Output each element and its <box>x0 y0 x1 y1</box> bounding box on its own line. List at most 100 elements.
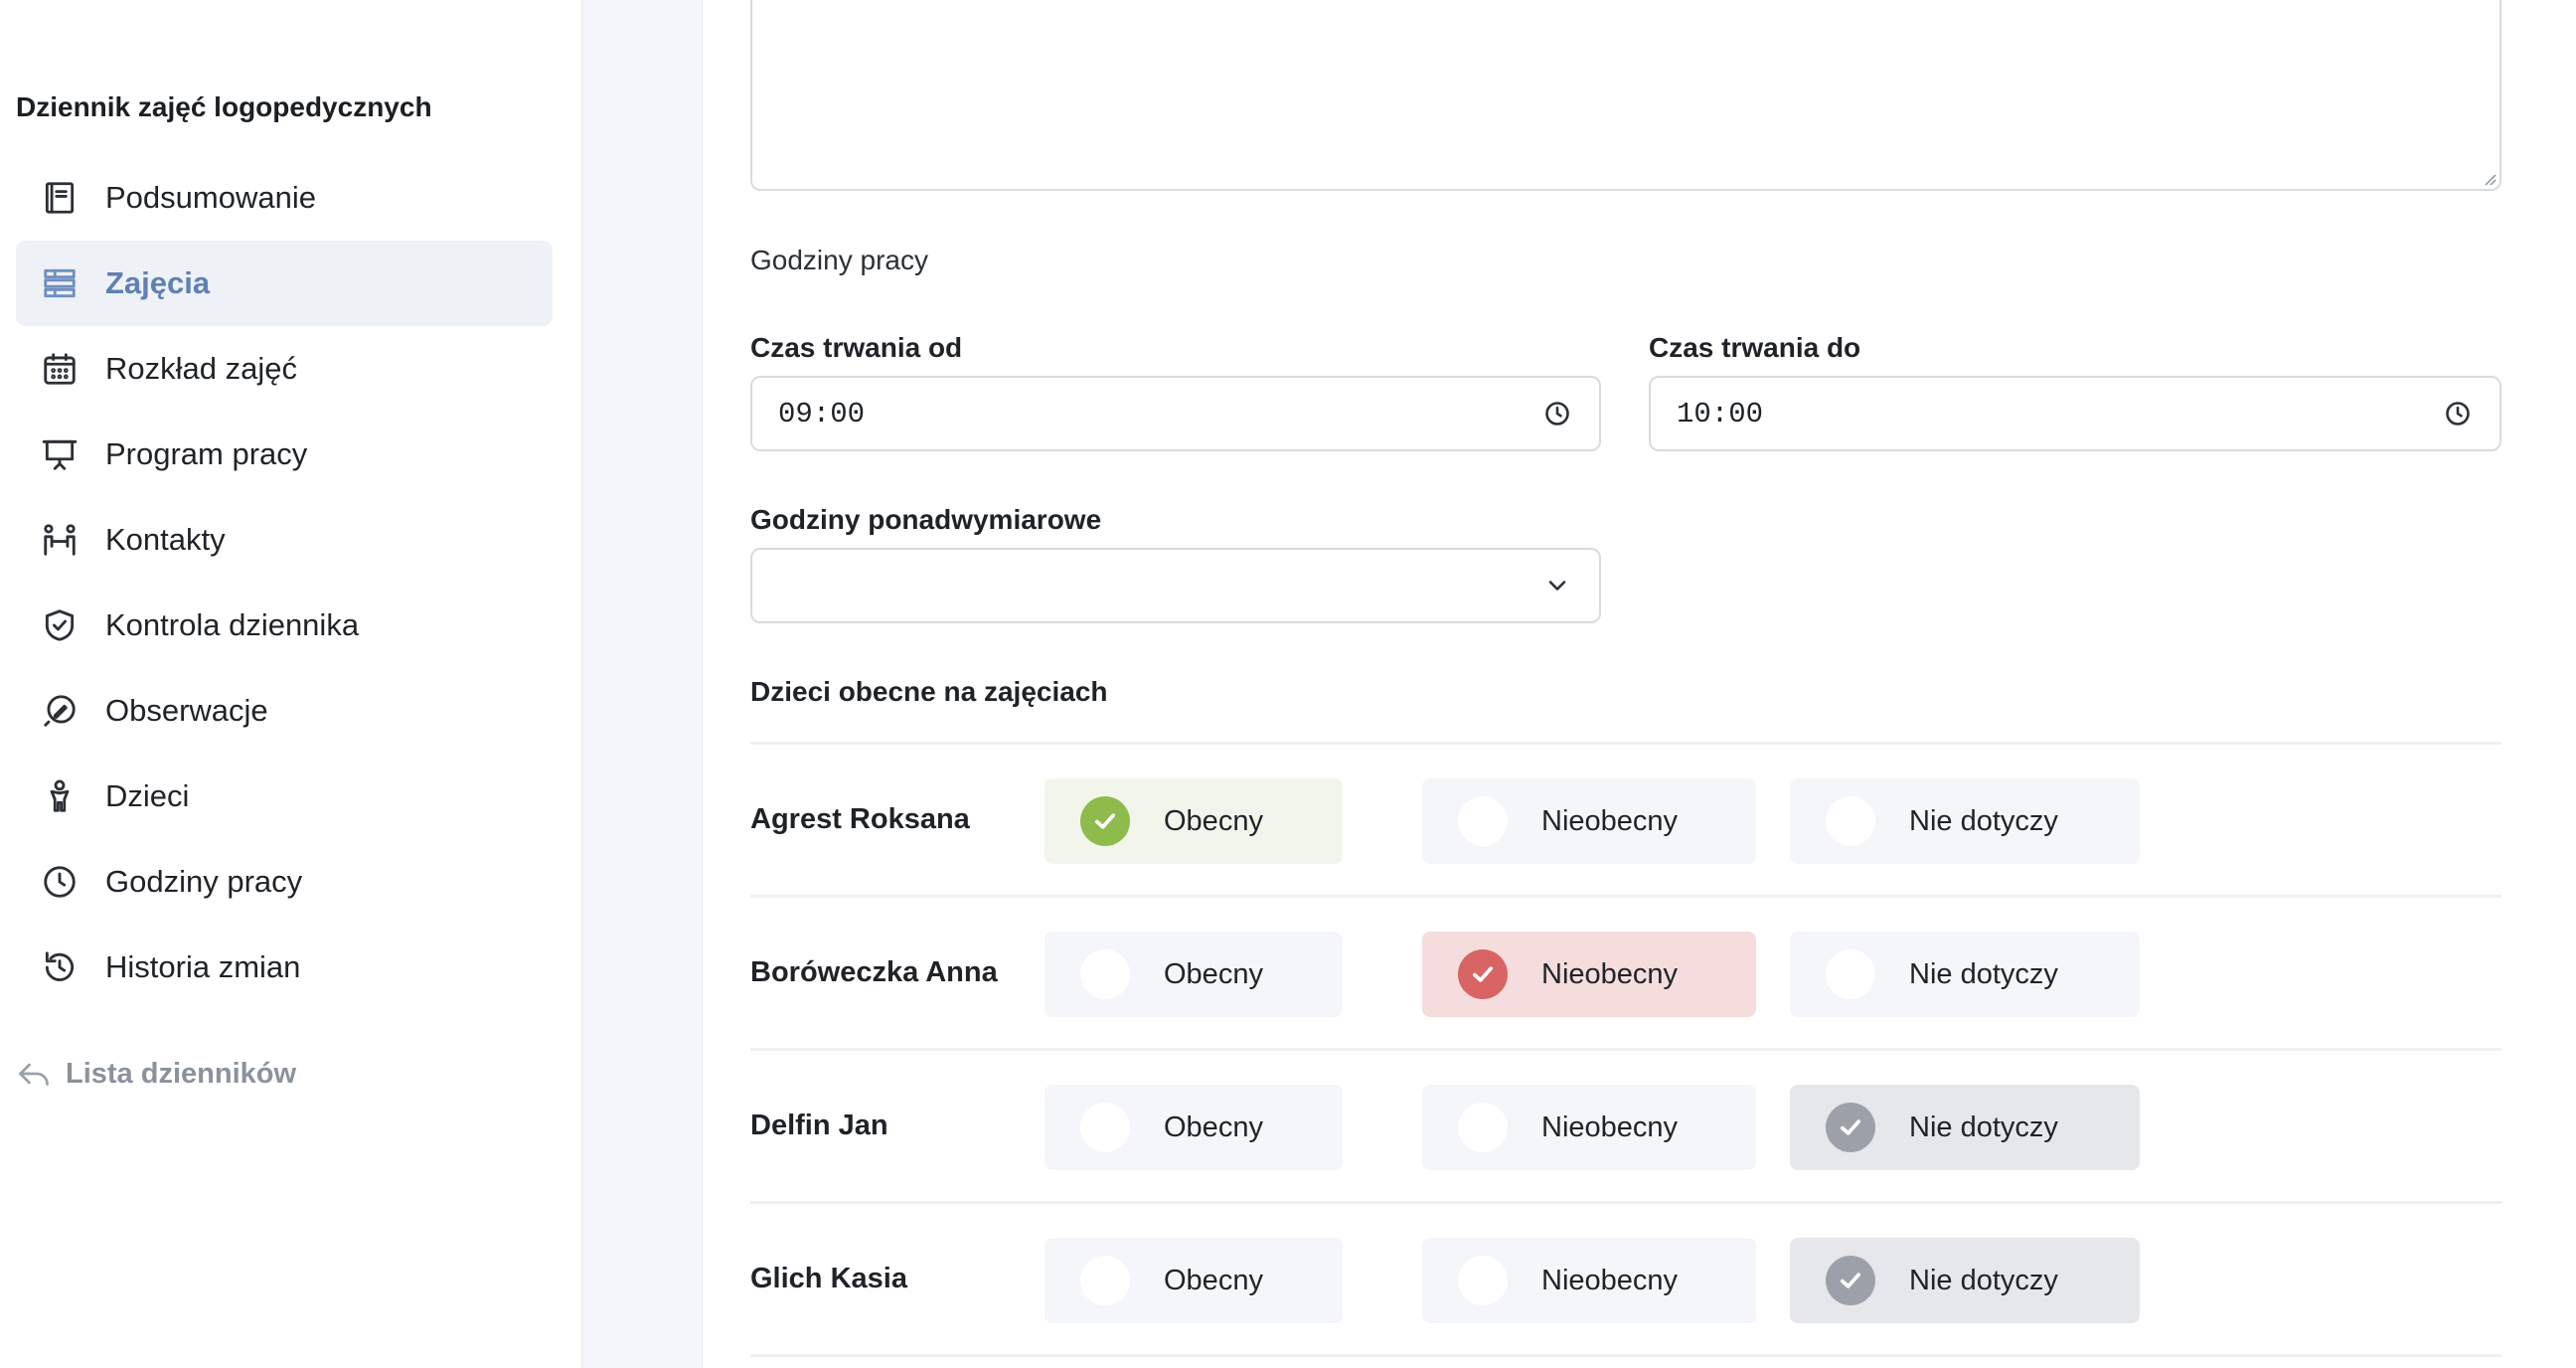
attendance-row: Delfin Jan Obecny Nieobecny Nie dotyczy <box>750 1085 2501 1170</box>
attendance-row: Boróweczka Anna Obecny Nieobecny Nie dot… <box>750 932 2501 1017</box>
option-label: Obecny <box>1164 1111 1263 1143</box>
option-absent[interactable]: Nieobecny <box>1422 1238 1756 1323</box>
divider <box>750 895 2501 898</box>
radio-circle <box>1826 949 1875 999</box>
notes-textarea[interactable] <box>750 0 2501 191</box>
history-icon <box>40 947 80 987</box>
option-label: Nie dotyczy <box>1909 804 2058 837</box>
option-not-applicable[interactable]: Nie dotyczy <box>1790 778 2140 864</box>
divider <box>750 742 2501 745</box>
sidebar: Dziennik zajęć logopedycznych Podsumowan… <box>0 0 582 1368</box>
shield-icon <box>40 605 80 645</box>
option-label: Nieobecny <box>1541 1111 1679 1143</box>
child-name: Boróweczka Anna <box>750 956 998 988</box>
attendance-title: Dzieci obecne na zajęciach <box>750 676 1108 707</box>
attendance-row: Agrest Roksana Obecny Nieobecny Nie doty… <box>750 778 2501 864</box>
option-present[interactable]: Obecny <box>1045 1238 1343 1323</box>
sidebar-item-label: Kontrola dziennika <box>105 607 360 642</box>
sidebar-item-label: Zajęcia <box>105 265 211 300</box>
option-present[interactable]: Obecny <box>1045 1085 1343 1170</box>
sidebar-item-label: Historia zmian <box>105 949 301 984</box>
option-label: Nie dotyczy <box>1909 957 2058 990</box>
sidebar-item-dzieci[interactable]: Dzieci <box>16 754 553 839</box>
sidebar-item-label: Dzieci <box>105 778 190 813</box>
child-icon <box>40 776 80 816</box>
back-to-list-link[interactable]: Lista dzienników <box>16 1056 296 1092</box>
sidebar-item-label: Obserwacje <box>105 693 268 728</box>
sidebar-item-kontrola[interactable]: Kontrola dziennika <box>16 583 553 668</box>
option-absent[interactable]: Nieobecny <box>1422 932 1756 1017</box>
child-name: Glich Kasia <box>750 1263 907 1294</box>
clock-icon[interactable] <box>2444 400 2472 428</box>
overtime-select[interactable] <box>750 548 1601 623</box>
option-label: Nieobecny <box>1541 1264 1679 1296</box>
option-absent[interactable]: Nieobecny <box>1422 1085 1756 1170</box>
sidebar-item-godziny[interactable]: Godziny pracy <box>16 839 553 925</box>
check-icon <box>1826 1256 1875 1305</box>
sidebar-item-label: Kontakty <box>105 522 226 557</box>
sidebar-nav: Podsumowanie Zajęcia Rozkład zajęć Progr… <box>16 155 553 1010</box>
clock-icon <box>40 862 80 902</box>
sidebar-item-label: Program pracy <box>105 436 308 471</box>
child-name: Delfin Jan <box>750 1110 888 1141</box>
chevron-down-icon <box>1543 572 1571 599</box>
sidebar-item-program[interactable]: Program pracy <box>16 412 553 497</box>
divider <box>750 1201 2501 1204</box>
option-label: Nieobecny <box>1541 957 1679 990</box>
sidebar-item-label: Rozkład zajęć <box>105 351 297 386</box>
option-not-applicable[interactable]: Nie dotyczy <box>1790 1085 2140 1170</box>
sidebar-item-historia[interactable]: Historia zmian <box>16 925 553 1010</box>
sidebar-item-podsumowanie[interactable]: Podsumowanie <box>16 155 553 241</box>
check-icon <box>1458 949 1508 999</box>
divider <box>750 1354 2501 1357</box>
book-icon <box>40 178 80 218</box>
child-name: Agrest Roksana <box>750 803 970 835</box>
option-label: Nieobecny <box>1541 804 1679 837</box>
radio-circle <box>1826 796 1875 846</box>
calendar-icon <box>40 349 80 389</box>
radio-circle <box>1458 1103 1508 1152</box>
option-present[interactable]: Obecny <box>1045 932 1343 1017</box>
time-from-label: Czas trwania od <box>750 332 963 363</box>
sidebar-item-zajecia[interactable]: Zajęcia <box>16 241 553 326</box>
option-label: Obecny <box>1164 957 1263 990</box>
people-icon <box>40 520 80 560</box>
attendance-row: Glich Kasia Obecny Nieobecny Nie dotyczy <box>750 1238 2501 1323</box>
resize-grip-icon[interactable] <box>2480 169 2497 187</box>
radio-circle <box>1458 796 1508 846</box>
option-label: Nie dotyczy <box>1909 1264 2058 1296</box>
option-not-applicable[interactable]: Nie dotyczy <box>1790 932 2140 1017</box>
overtime-label: Godziny ponadwymiarowe <box>750 504 1102 535</box>
divider <box>750 1048 2501 1051</box>
list-icon <box>40 263 80 303</box>
main-panel: Godziny pracy Czas trwania od 09:00 Czas… <box>702 0 2576 1368</box>
sidebar-item-label: Godziny pracy <box>105 864 303 899</box>
radio-circle <box>1080 1103 1130 1152</box>
radio-circle <box>1080 1256 1130 1305</box>
radio-circle <box>1458 1256 1508 1305</box>
time-to-input[interactable]: 10:00 <box>1649 376 2501 451</box>
sidebar-item-rozklad[interactable]: Rozkład zajęć <box>16 326 553 412</box>
option-label: Obecny <box>1164 804 1263 837</box>
time-to-label: Czas trwania do <box>1649 332 1861 363</box>
time-from-input[interactable]: 09:00 <box>750 376 1601 451</box>
presentation-icon <box>40 434 80 474</box>
hours-section-label: Godziny pracy <box>750 245 928 275</box>
option-present[interactable]: Obecny <box>1045 778 1343 864</box>
clock-icon[interactable] <box>1543 400 1571 428</box>
option-not-applicable[interactable]: Nie dotyczy <box>1790 1238 2140 1323</box>
sidebar-item-obserwacje[interactable]: Obserwacje <box>16 668 553 754</box>
time-to-value: 10:00 <box>1677 397 1764 430</box>
reply-arrow-icon <box>19 1063 49 1086</box>
app-title: Dziennik zajęć logopedycznych <box>16 91 432 122</box>
radio-circle <box>1080 949 1130 999</box>
option-label: Nie dotyczy <box>1909 1111 2058 1143</box>
option-absent[interactable]: Nieobecny <box>1422 778 1756 864</box>
back-link-label: Lista dzienników <box>66 1057 297 1090</box>
sidebar-item-label: Podsumowanie <box>105 180 316 215</box>
check-icon <box>1080 796 1130 846</box>
check-icon <box>1826 1103 1875 1152</box>
pen-icon <box>40 691 80 731</box>
sidebar-item-kontakty[interactable]: Kontakty <box>16 497 553 583</box>
option-label: Obecny <box>1164 1264 1263 1296</box>
